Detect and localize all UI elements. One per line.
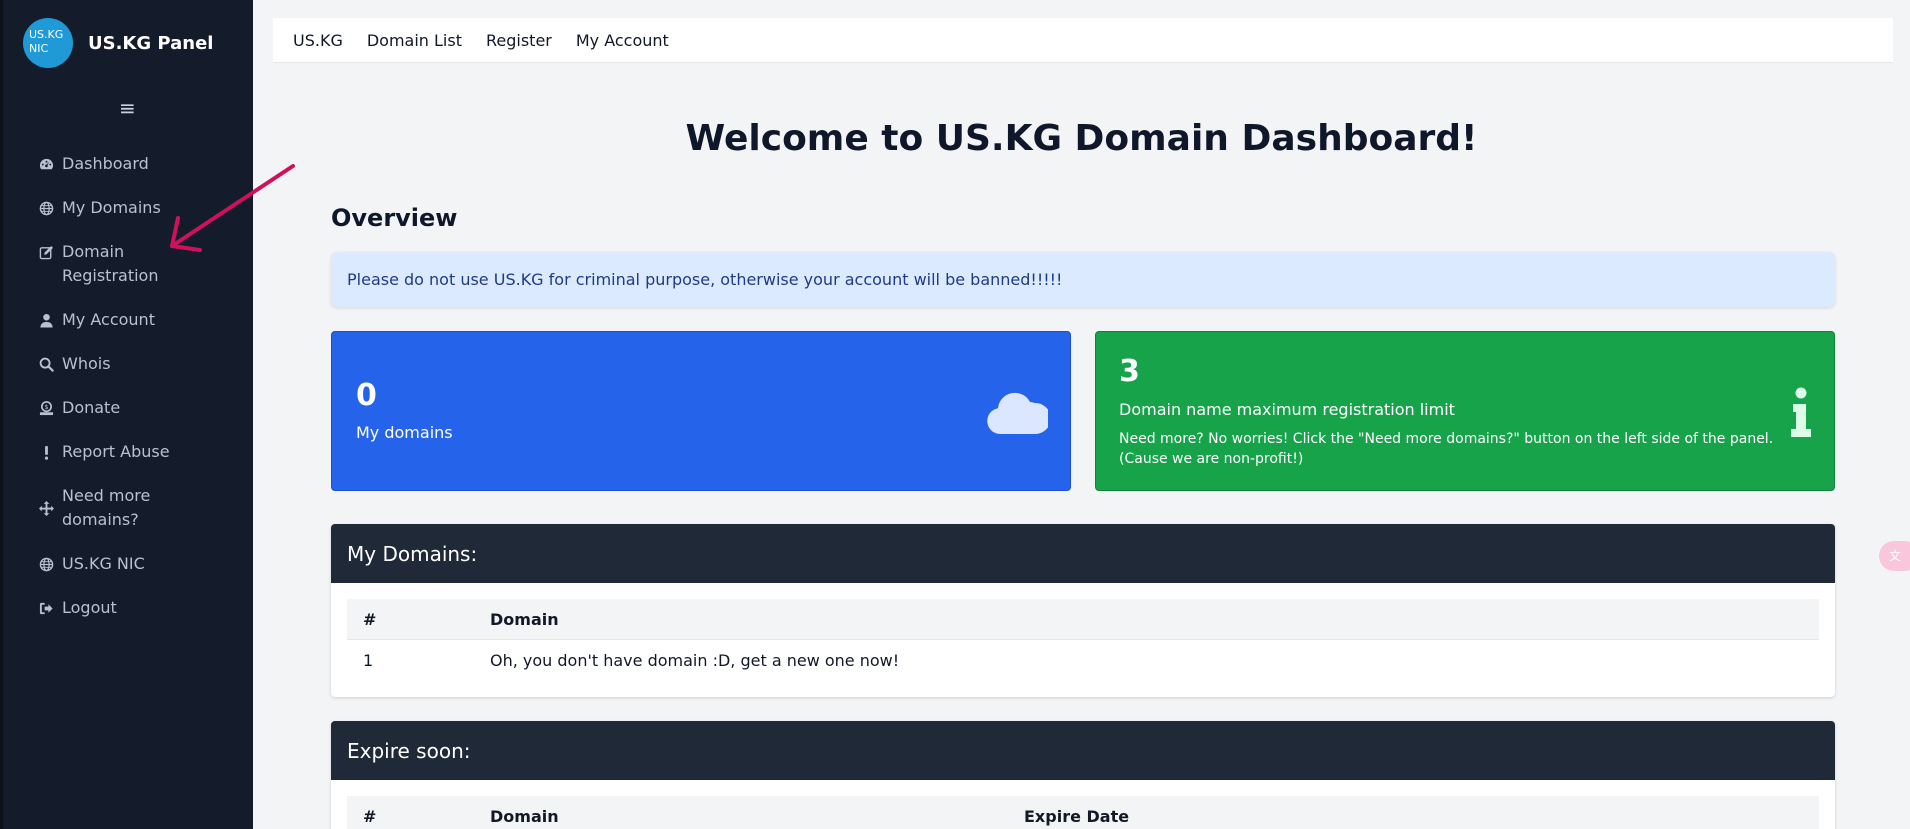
table-cell: 1 — [363, 651, 374, 670]
sidebar-item-label: Donate — [62, 398, 121, 417]
expire-soon-table: # Domain Expire Date — [347, 796, 1819, 829]
expire-soon-panel: Expire soon: # Domain Expire Date — [331, 721, 1835, 829]
domain-count-label: My domains — [356, 423, 453, 442]
topnav-link-my-account[interactable]: My Account — [576, 31, 669, 50]
sidebar: US.KG NIC US.KG Panel ≡ Dashboard My Dom… — [0, 0, 253, 829]
top-navbar: US.KG Domain List Register My Account — [273, 18, 1893, 63]
sidebar-item-label: Report Abuse — [62, 442, 170, 461]
column-header: Domain — [490, 609, 559, 629]
globe-icon — [38, 196, 54, 220]
warning-alert: Please do not use US.KG for criminal pur… — [331, 252, 1835, 307]
exclamation-icon — [38, 440, 54, 464]
my-domains-card: 0 My domains — [331, 331, 1071, 491]
topnav-link-uskg[interactable]: US.KG — [293, 31, 343, 50]
sidebar-edge — [0, 0, 3, 829]
limit-count: 3 — [1119, 354, 1140, 389]
cloud-icon — [987, 392, 1048, 434]
sidebar-item-label: Need more domains? — [62, 486, 151, 529]
limit-label: Domain name maximum registration limit — [1119, 400, 1455, 419]
info-icon — [1791, 387, 1811, 437]
svg-text:$: $ — [44, 402, 48, 410]
page-title: Welcome to US.KG Domain Dashboard! — [685, 118, 1478, 159]
brand-title: US.KG Panel — [88, 32, 214, 54]
gauge-icon — [38, 152, 54, 176]
logout-icon — [38, 596, 54, 620]
domain-count: 0 — [356, 378, 377, 413]
hamburger-icon[interactable]: ≡ — [119, 96, 136, 120]
table-header: # Domain Expire Date — [347, 796, 1819, 829]
edit-icon — [38, 240, 54, 264]
sidebar-item-my-account[interactable]: My Account — [38, 308, 238, 332]
sidebar-item-report-abuse[interactable]: Report Abuse — [38, 440, 238, 464]
table-cell: Oh, you don't have domain :D, get a new … — [490, 651, 900, 670]
sidebar-item-label: My Account — [62, 310, 155, 329]
topnav-link-register[interactable]: Register — [486, 31, 552, 50]
my-domains-panel: My Domains: # Domain 1 Oh, you don't hav… — [331, 524, 1835, 697]
sidebar-item-donate[interactable]: $ Donate — [38, 396, 238, 420]
table-row: 1 Oh, you don't have domain :D, get a ne… — [347, 640, 1819, 681]
sidebar-item-label: Logout — [62, 598, 117, 617]
user-icon — [38, 308, 54, 332]
column-header: Expire Date — [1024, 806, 1130, 826]
donate-icon: $ — [38, 396, 54, 420]
my-domains-panel-title: My Domains: — [331, 524, 1835, 583]
sidebar-item-label: Whois — [62, 354, 111, 373]
brand[interactable]: US.KG NIC US.KG Panel — [23, 18, 213, 68]
column-header: # — [363, 609, 377, 629]
search-icon — [38, 352, 54, 376]
alert-text: Please do not use US.KG for criminal pur… — [347, 270, 1063, 289]
sidebar-item-label: Dashboard — [62, 154, 149, 173]
sidebar-item-label: US.KG NIC — [62, 554, 145, 573]
brand-logo: US.KG NIC — [23, 18, 73, 68]
sidebar-item-whois[interactable]: Whois — [38, 352, 238, 376]
column-header: Domain — [490, 806, 559, 826]
table-header: # Domain — [347, 599, 1819, 640]
limit-note: Need more? No worries! Click the "Need m… — [1119, 431, 1774, 467]
sidebar-item-need-more-domains[interactable]: Need more domains? — [38, 484, 238, 532]
my-domains-table: # Domain 1 Oh, you don't have domain :D,… — [347, 599, 1819, 681]
sidebar-item-logout[interactable]: Logout — [38, 596, 238, 620]
topnav-link-domain-list[interactable]: Domain List — [367, 31, 462, 50]
annotation-arrow — [170, 164, 295, 252]
column-header: # — [363, 806, 377, 826]
registration-limit-card: 3 Domain name maximum registration limit… — [1095, 331, 1835, 491]
move-icon — [38, 484, 54, 532]
globe-icon — [38, 552, 54, 576]
translate-icon[interactable]: 文 — [1879, 541, 1910, 571]
sidebar-item-label: Domain Registration — [62, 242, 159, 285]
sidebar-item-uskg-nic[interactable]: US.KG NIC — [38, 552, 238, 576]
sidebar-item-label: My Domains — [62, 198, 161, 217]
expire-soon-panel-title: Expire soon: — [331, 721, 1835, 780]
overview-heading: Overview — [331, 204, 458, 232]
